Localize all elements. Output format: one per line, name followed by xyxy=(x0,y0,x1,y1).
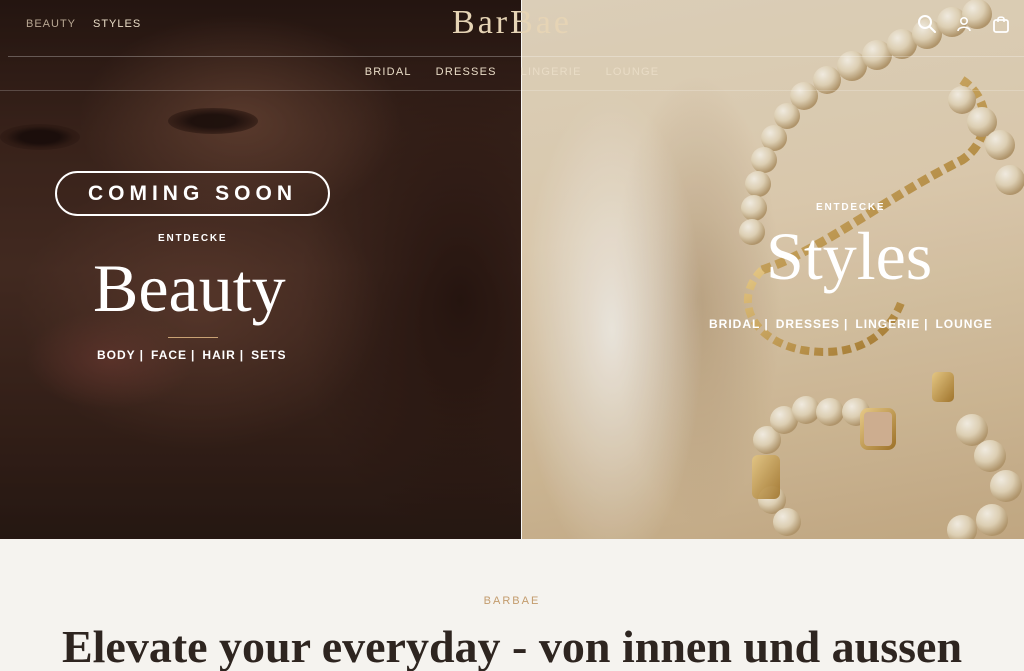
styles-link-lounge[interactable]: LOUNGE xyxy=(935,317,992,331)
header-divider xyxy=(8,56,1024,57)
nav-lingerie[interactable]: LINGERIE xyxy=(521,66,582,78)
nav-lounge[interactable]: LOUNGE xyxy=(606,66,660,78)
beauty-link-hair[interactable]: HAIR xyxy=(202,348,235,362)
styles-link-lingerie[interactable]: LINGERIE xyxy=(855,317,920,331)
nav-divider xyxy=(0,90,1024,91)
beauty-link-sets[interactable]: SETS xyxy=(251,348,286,362)
beauty-link-face[interactable]: FACE xyxy=(151,348,187,362)
brand-logo[interactable]: BarBae xyxy=(0,4,1024,42)
styles-links: BRIDAL | DRESSES | LINGERIE | LOUNGE xyxy=(709,317,993,331)
bag-icon[interactable] xyxy=(991,14,1011,34)
account-icon[interactable] xyxy=(954,14,974,34)
hero-divider xyxy=(521,0,522,539)
hero-split: BEAUTY STYLES BarBae BRIDAL DRESSES LING… xyxy=(0,0,1024,539)
styles-title[interactable]: Styles xyxy=(766,222,932,290)
styles-link-bridal[interactable]: BRIDAL xyxy=(709,317,760,331)
beauty-link-body[interactable]: BODY xyxy=(97,348,136,362)
styles-link-dresses[interactable]: DRESSES xyxy=(776,317,840,331)
beauty-eyebrow: ENTDECKE xyxy=(158,233,228,244)
styles-eyebrow: ENTDECKE xyxy=(816,202,886,213)
beauty-links: BODY | FACE | HAIR | SETS xyxy=(97,348,287,362)
search-icon[interactable] xyxy=(917,14,937,34)
category-nav: BRIDAL DRESSES LINGERIE LOUNGE xyxy=(0,66,1024,78)
beauty-rule xyxy=(168,337,218,338)
section-eyebrow: BARBAE xyxy=(483,595,541,607)
nav-bridal[interactable]: BRIDAL xyxy=(365,66,412,78)
beauty-title[interactable]: Beauty xyxy=(93,254,286,322)
nav-dresses[interactable]: DRESSES xyxy=(436,66,497,78)
coming-soon-badge: COMING SOON xyxy=(55,171,330,216)
section-headline: Elevate your everyday - von innen und au… xyxy=(61,621,963,671)
